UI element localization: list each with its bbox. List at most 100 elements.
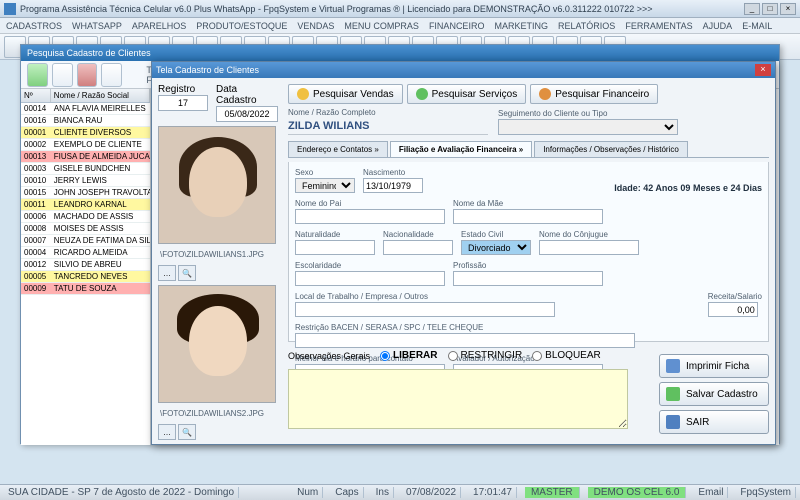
menu-marketing[interactable]: MARKETING xyxy=(494,18,548,33)
menu-cadastros[interactable]: CADASTROS xyxy=(6,18,62,33)
status-time: 17:01:47 xyxy=(469,487,517,498)
estadocivil-select[interactable]: Divorciado xyxy=(461,240,531,255)
radio-restringir[interactable]: RESTRINGIR xyxy=(448,350,523,361)
menu-financeiro[interactable]: FINANCEIRO xyxy=(429,18,485,33)
photo1-browse-button[interactable]: … xyxy=(158,265,176,281)
exit-button[interactable]: SAIR xyxy=(659,410,769,434)
restricao-input[interactable] xyxy=(295,333,635,348)
profissao-input[interactable] xyxy=(453,271,603,286)
menu-email[interactable]: E-MAIL xyxy=(742,18,772,33)
app-titlebar: Programa Assistência Técnica Celular v6.… xyxy=(0,0,800,18)
photo2-browse-button[interactable]: … xyxy=(158,424,176,440)
status-email[interactable]: Email xyxy=(694,487,728,498)
edit-button[interactable] xyxy=(52,63,73,87)
client-dialog: Tela Cadastro de Clientes × Registro Dat… xyxy=(151,61,776,445)
menu-ferramentas[interactable]: FERRAMENTAS xyxy=(625,18,692,33)
tab-panel: SexoFeminino Nascimento Idade: 42 Anos 0… xyxy=(288,162,769,342)
coins-icon xyxy=(297,88,309,100)
sexo-select[interactable]: Feminino xyxy=(295,178,355,193)
table-row[interactable]: 00010JERRY LEWIS xyxy=(21,175,150,187)
print-button[interactable]: Imprimir Ficha xyxy=(659,354,769,378)
search-services-button[interactable]: Pesquisar Serviços xyxy=(407,84,527,104)
receita-input[interactable] xyxy=(708,302,758,317)
tab-info[interactable]: Informações / Observações / Histórico xyxy=(534,141,688,157)
table-row[interactable]: 00016BIANCA RAU xyxy=(21,115,150,127)
menu-ajuda[interactable]: AJUDA xyxy=(703,18,733,33)
radio-bloquear[interactable]: BLOQUEAR xyxy=(532,350,601,361)
segment-select[interactable] xyxy=(498,119,678,135)
photo-2-path: \FOTO\ZILDAWILIANS2.JPG xyxy=(158,407,276,420)
status-city: SUA CIDADE - SP 7 de Agosto de 2022 - Do… xyxy=(4,487,239,498)
regdate-label: Data Cadastro xyxy=(216,84,278,106)
status-bar: SUA CIDADE - SP 7 de Agosto de 2022 - Do… xyxy=(0,484,800,500)
status-fpq[interactable]: FpqSystem xyxy=(736,487,796,498)
register-input[interactable] xyxy=(158,95,208,111)
minimize-button[interactable]: _ xyxy=(744,3,760,15)
table-row[interactable]: 00009TATU DE SOUZA xyxy=(21,283,150,295)
table-row[interactable]: 00001CLIENTE DIVERSOS xyxy=(21,127,150,139)
photo-2 xyxy=(158,285,276,403)
grid-col-number[interactable]: Nº xyxy=(21,89,51,102)
status-date: 07/08/2022 xyxy=(402,487,461,498)
maximize-button[interactable]: □ xyxy=(762,3,778,15)
menu-aparelhos[interactable]: APARELHOS xyxy=(132,18,186,33)
search-sales-button[interactable]: Pesquisar Vendas xyxy=(288,84,403,104)
table-row[interactable]: 00014ANA FLAVIA MEIRELLES xyxy=(21,103,150,115)
nascimento-input[interactable] xyxy=(363,178,423,193)
localtrabalho-input[interactable] xyxy=(295,302,555,317)
photo2-zoom-button[interactable]: 🔍 xyxy=(178,424,196,440)
mae-input[interactable] xyxy=(453,209,603,224)
app-icon xyxy=(4,3,16,15)
tab-filiation[interactable]: Filiação e Avaliação Financeira » xyxy=(390,141,532,157)
status-num: Num xyxy=(293,487,323,498)
status-master: MASTER xyxy=(525,487,580,498)
table-row[interactable]: 00002EXEMPLO DE CLIENTE xyxy=(21,139,150,151)
pai-input[interactable] xyxy=(295,209,445,224)
menu-estoque[interactable]: PRODUTO/ESTOQUE xyxy=(196,18,287,33)
status-caps: Caps xyxy=(331,487,363,498)
regdate-input[interactable] xyxy=(216,106,278,122)
dialog-title: Tela Cadastro de Clientes xyxy=(156,65,755,75)
photo1-zoom-button[interactable]: 🔍 xyxy=(178,265,196,281)
close-button[interactable]: × xyxy=(780,3,796,15)
menu-whatsapp[interactable]: WHATSAPP xyxy=(72,18,122,33)
conjuge-input[interactable] xyxy=(539,240,639,255)
table-row[interactable]: 00005TANCREDO NEVES xyxy=(21,271,150,283)
table-row[interactable]: 00006MACHADO DE ASSIS xyxy=(21,211,150,223)
table-row[interactable]: 00011LEANDRO KARNAL xyxy=(21,199,150,211)
dialog-close-button[interactable]: × xyxy=(755,64,771,76)
search-window-title: Pesquisa Cadastro de Clientes xyxy=(21,45,779,61)
status-demo: DEMO OS CEL 6.0 xyxy=(588,487,687,498)
segment-label: Seguimento do Cliente ou Tipo xyxy=(498,109,678,118)
exit-icon xyxy=(666,415,680,429)
table-row[interactable]: 00015JOHN JOSEPH TRAVOLTA xyxy=(21,187,150,199)
radio-liberar[interactable]: LIBERAR xyxy=(380,350,437,361)
delete-button[interactable] xyxy=(77,63,98,87)
name-value: ZILDA WILIANS xyxy=(288,118,488,135)
grid-col-name[interactable]: Nome / Razão Social xyxy=(51,89,150,102)
add-button[interactable] xyxy=(27,63,48,87)
nacionalidade-input[interactable] xyxy=(383,240,453,255)
search-financial-button[interactable]: Pesquisar Financeiro xyxy=(530,84,658,104)
app-title: Programa Assistência Técnica Celular v6.… xyxy=(20,4,744,14)
menu-vendas[interactable]: VENDAS xyxy=(297,18,334,33)
refresh-button[interactable] xyxy=(101,63,122,87)
menu-relatorios[interactable]: RELATÓRIOS xyxy=(558,18,615,33)
save-button[interactable]: Salvar Cadastro xyxy=(659,382,769,406)
tab-address[interactable]: Endereço e Contatos » xyxy=(288,141,388,157)
table-row[interactable]: 00007NEUZA DE FATIMA DA SIL xyxy=(21,235,150,247)
name-label: Nome / Razão Completo xyxy=(288,108,488,117)
photo-1-path: \FOTO\ZILDAWILIANS1.JPG xyxy=(158,248,276,261)
naturalidade-input[interactable] xyxy=(295,240,375,255)
idade-text: Idade: 42 Anos 09 Meses e 24 Dias xyxy=(614,183,762,193)
table-row[interactable]: 00003GISELE BUNDCHEN xyxy=(21,163,150,175)
table-row[interactable]: 00008MOISES DE ASSIS xyxy=(21,223,150,235)
table-row[interactable]: 00012SILVIO DE ABREU xyxy=(21,259,150,271)
check-icon xyxy=(666,387,680,401)
obs-textarea[interactable] xyxy=(288,369,628,429)
table-row[interactable]: 00004RICARDO ALMEIDA xyxy=(21,247,150,259)
table-row[interactable]: 00013FIUSA DE ALMEIDA JUCA xyxy=(21,151,150,163)
main-menu: CADASTROS WHATSAPP APARELHOS PRODUTO/EST… xyxy=(0,18,800,34)
menu-compras[interactable]: MENU COMPRAS xyxy=(344,18,419,33)
escolaridade-input[interactable] xyxy=(295,271,445,286)
